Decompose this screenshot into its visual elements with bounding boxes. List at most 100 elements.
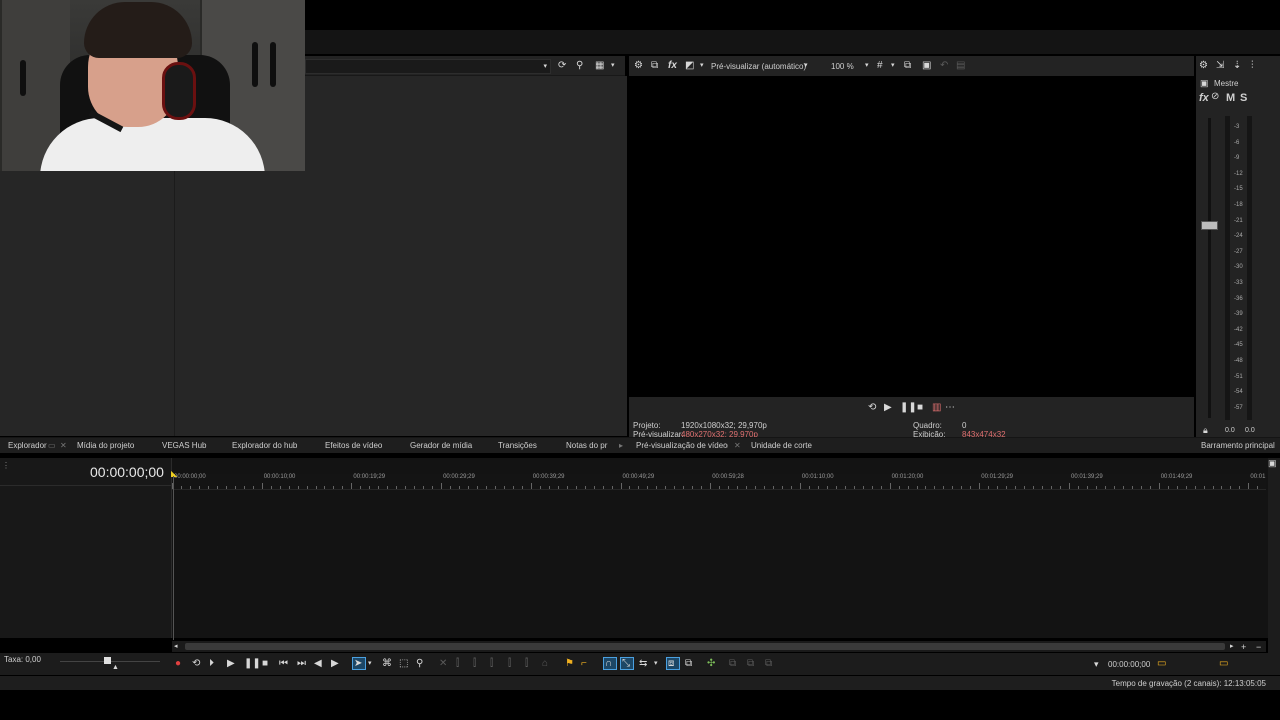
scroll-right-icon[interactable]: ▸ [1230, 641, 1234, 653]
mixer-icon[interactable]: ⫶ [1251, 60, 1254, 72]
lock-icon[interactable]: 🔒︎ [1203, 424, 1208, 436]
preview-zoom-select[interactable]: 100 % [831, 62, 854, 71]
refresh-icon[interactable]: ⟳ [558, 60, 566, 72]
view-dropdown-icon[interactable]: ▾ [611, 60, 615, 72]
tab-vegas-hub[interactable]: VEGAS Hub [162, 441, 206, 450]
close-icon[interactable]: ✕ [60, 441, 67, 450]
pause-icon[interactable]: ❚❚ [244, 658, 261, 670]
automation-icon[interactable]: ⊘ [1211, 91, 1219, 103]
chevron-down-icon[interactable]: ▾ [700, 60, 704, 72]
zoom-tool-icon[interactable]: ⚲ [416, 658, 423, 670]
go-to-end-icon[interactable]: ⏭ [297, 658, 306, 670]
audio-meter-icon[interactable]: ▥ [932, 402, 941, 414]
ruler-minor-tick [476, 486, 478, 489]
tab-hub-explorer[interactable]: Explorador do hub [232, 441, 297, 450]
tab-video-preview[interactable]: Pré-visualização de vídeo [636, 441, 728, 450]
tabs-scroll-right-icon[interactable]: ▸ [619, 441, 623, 450]
meter-right [1247, 116, 1252, 420]
rate-slider-handle[interactable] [104, 657, 111, 664]
ruler-minor-tick [503, 486, 505, 489]
dim-output-icon[interactable]: ⇣ [1233, 60, 1241, 72]
region-icon[interactable]: ⌐ [581, 658, 587, 670]
split-screen-icon[interactable]: ◩ [685, 60, 694, 72]
previous-frame-icon[interactable]: ◀ [314, 658, 322, 670]
tab-transitions[interactable]: Transições [498, 441, 537, 450]
copy-snapshot-icon[interactable]: ⧉ [904, 60, 911, 72]
timeline-ruler[interactable]: 00:00:00;00 00:00:10;00 00:00:19;29 00:00:2… [172, 474, 1266, 490]
next-frame-icon[interactable]: ▶ [331, 658, 339, 670]
tab-undock-icon[interactable]: ▭ [721, 441, 729, 450]
split-icon: ⫿ [490, 658, 494, 669]
save-snapshot-icon[interactable]: ▣ [922, 60, 931, 72]
master-solo-button[interactable]: S [1240, 92, 1247, 104]
master-fx-button[interactable]: fx [1199, 92, 1209, 104]
video-preview-screen[interactable] [631, 79, 1192, 394]
preview-quality-select[interactable]: Pré-visualizar (automático) [711, 62, 806, 71]
scroll-left-icon[interactable]: ◂ [174, 641, 178, 653]
envelope-tool-icon[interactable]: ⌘ [382, 658, 392, 670]
downmix-icon[interactable]: ⇲ [1216, 60, 1224, 72]
timeline-vertical-scrollbar[interactable] [1268, 458, 1280, 653]
explorer-tree-pane[interactable] [0, 171, 175, 436]
ruler-minor-tick [252, 486, 254, 489]
ruler-minor-tick [683, 486, 685, 489]
go-to-start-icon[interactable]: ⏮ [279, 658, 288, 670]
ignore-grouping-icon[interactable]: ⧉ [685, 658, 692, 670]
timecode-divider [0, 485, 171, 486]
smart-split-icon[interactable]: ✣ [707, 658, 715, 670]
meter-scale-label: -54 [1234, 389, 1243, 396]
loop-region-icon[interactable]: ▭ [1219, 658, 1228, 670]
explorer-path-dropdown[interactable]: ▾ [305, 59, 551, 74]
view-grid-icon[interactable]: ▦ [595, 60, 604, 72]
screen-bottom [0, 690, 1280, 720]
tab-undock-icon[interactable]: ▭ [48, 441, 56, 450]
tab-master-bus[interactable]: Barramento principal [1201, 441, 1275, 450]
play-icon[interactable]: ▶ [884, 402, 892, 414]
ruler-minor-tick [324, 486, 326, 489]
overlay-grid-icon[interactable]: # [877, 60, 883, 72]
master-checkbox-icon[interactable]: ▣ [1200, 77, 1209, 89]
play-icon[interactable]: ▶ [227, 658, 235, 670]
favorites-icon[interactable]: ⚲ [576, 60, 583, 72]
master-fader-handle[interactable] [1201, 221, 1218, 230]
meter-scale-label: -6 [1234, 139, 1240, 146]
ripple-edit-icon[interactable]: ⇆ [639, 658, 647, 670]
loop-icon[interactable]: ⟲ [192, 658, 200, 670]
play-from-start-icon[interactable]: ⏵ [209, 658, 214, 670]
ruler-minor-tick [719, 486, 721, 489]
master-fader-track[interactable] [1208, 118, 1211, 418]
fx-icon[interactable]: fx [668, 60, 677, 72]
pause-icon[interactable]: ❚❚ [900, 402, 917, 414]
tab-notes[interactable]: Notas do pr [566, 441, 607, 450]
close-icon[interactable]: ✕ [734, 441, 741, 450]
tab-video-fx[interactable]: Efeitos de vídeo [325, 441, 382, 450]
stop-icon[interactable]: ■ [917, 402, 923, 414]
marker-icon[interactable]: ⚑ [565, 658, 574, 670]
stop-icon[interactable]: ■ [262, 658, 268, 670]
playhead-marker-icon[interactable]: ◣ [171, 468, 177, 480]
chevron-down-icon[interactable]: ▾ [891, 60, 895, 72]
more-icon[interactable]: ⋯ [945, 402, 955, 414]
meter-scale-label: -21 [1234, 217, 1243, 224]
scrollbar-thumb[interactable] [185, 643, 1225, 650]
tab-media-generator[interactable]: Gerador de mídia [410, 441, 472, 450]
ruler-minor-tick [772, 486, 774, 489]
tab-project-media[interactable]: Mídia do projeto [77, 441, 134, 450]
tab-trimmer[interactable]: Unidade de corte [751, 441, 812, 450]
marker-toggle-icon[interactable]: ▣ [1268, 457, 1277, 469]
drag-handle-icon[interactable]: ⋮ [2, 460, 10, 472]
zoom-in-icon[interactable]: + [1241, 641, 1246, 653]
settings-icon[interactable]: ⚙ [1199, 60, 1208, 72]
tab-explorer[interactable]: Explorador [8, 441, 47, 450]
master-mute-button[interactable]: M [1226, 92, 1235, 104]
chevron-down-icon[interactable]: ▾ [368, 658, 372, 670]
loop-icon[interactable]: ⟲ [868, 402, 876, 414]
ruler-minor-tick [369, 486, 371, 489]
zoom-out-icon[interactable]: − [1256, 641, 1261, 653]
selection-tool-icon[interactable]: ⬚ [399, 658, 408, 670]
chevron-down-icon[interactable]: ▾ [654, 658, 658, 670]
external-monitor-icon[interactable]: ⧉ [651, 60, 658, 72]
selection-length-icon[interactable]: ▭ [1157, 658, 1166, 670]
record-icon[interactable]: ● [175, 658, 181, 670]
settings-icon[interactable]: ⚙ [634, 60, 643, 72]
